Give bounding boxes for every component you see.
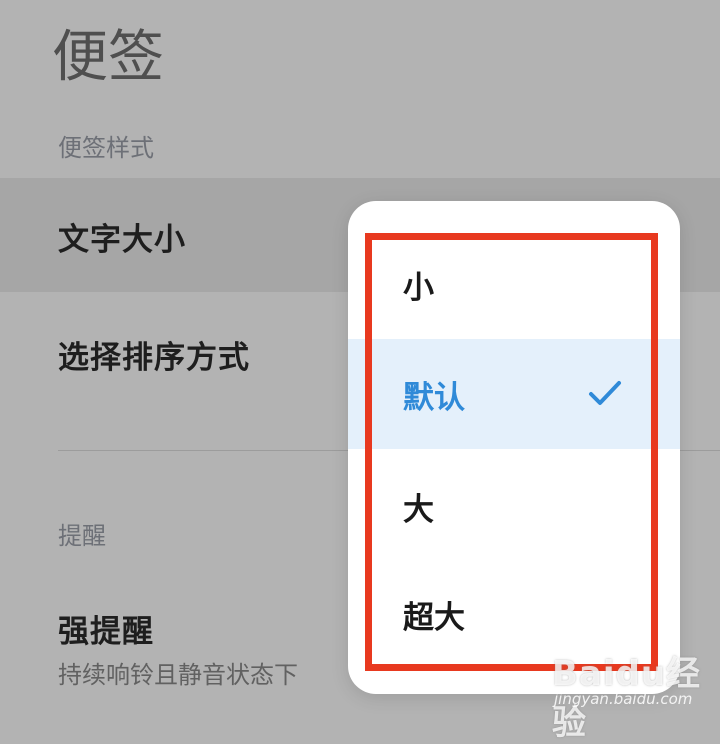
option-default-label: 默认 bbox=[403, 379, 465, 416]
option-extra-large-label: 超大 bbox=[403, 599, 465, 636]
option-extra-large[interactable]: 超大 bbox=[348, 559, 680, 669]
option-large-label: 大 bbox=[403, 491, 434, 528]
strong-reminder-row-title[interactable]: 强提醒 bbox=[58, 606, 154, 651]
text-size-row-title[interactable]: 文字大小 bbox=[58, 214, 186, 259]
check-icon bbox=[589, 381, 621, 405]
page-title: 便签 bbox=[52, 25, 164, 90]
sort-order-row-title[interactable]: 选择排序方式 bbox=[58, 332, 250, 377]
strong-reminder-description: 持续响铃且静音状态下 bbox=[58, 661, 298, 689]
section-label-note-style: 便签样式 bbox=[58, 134, 154, 162]
option-small[interactable]: 小 bbox=[348, 229, 680, 339]
text-size-popup-menu: 小 默认 大 超大 bbox=[348, 201, 680, 694]
option-small-label: 小 bbox=[403, 269, 434, 306]
section-label-reminder: 提醒 bbox=[58, 522, 106, 550]
option-large[interactable]: 大 bbox=[348, 451, 680, 561]
option-default[interactable]: 默认 bbox=[348, 339, 680, 449]
